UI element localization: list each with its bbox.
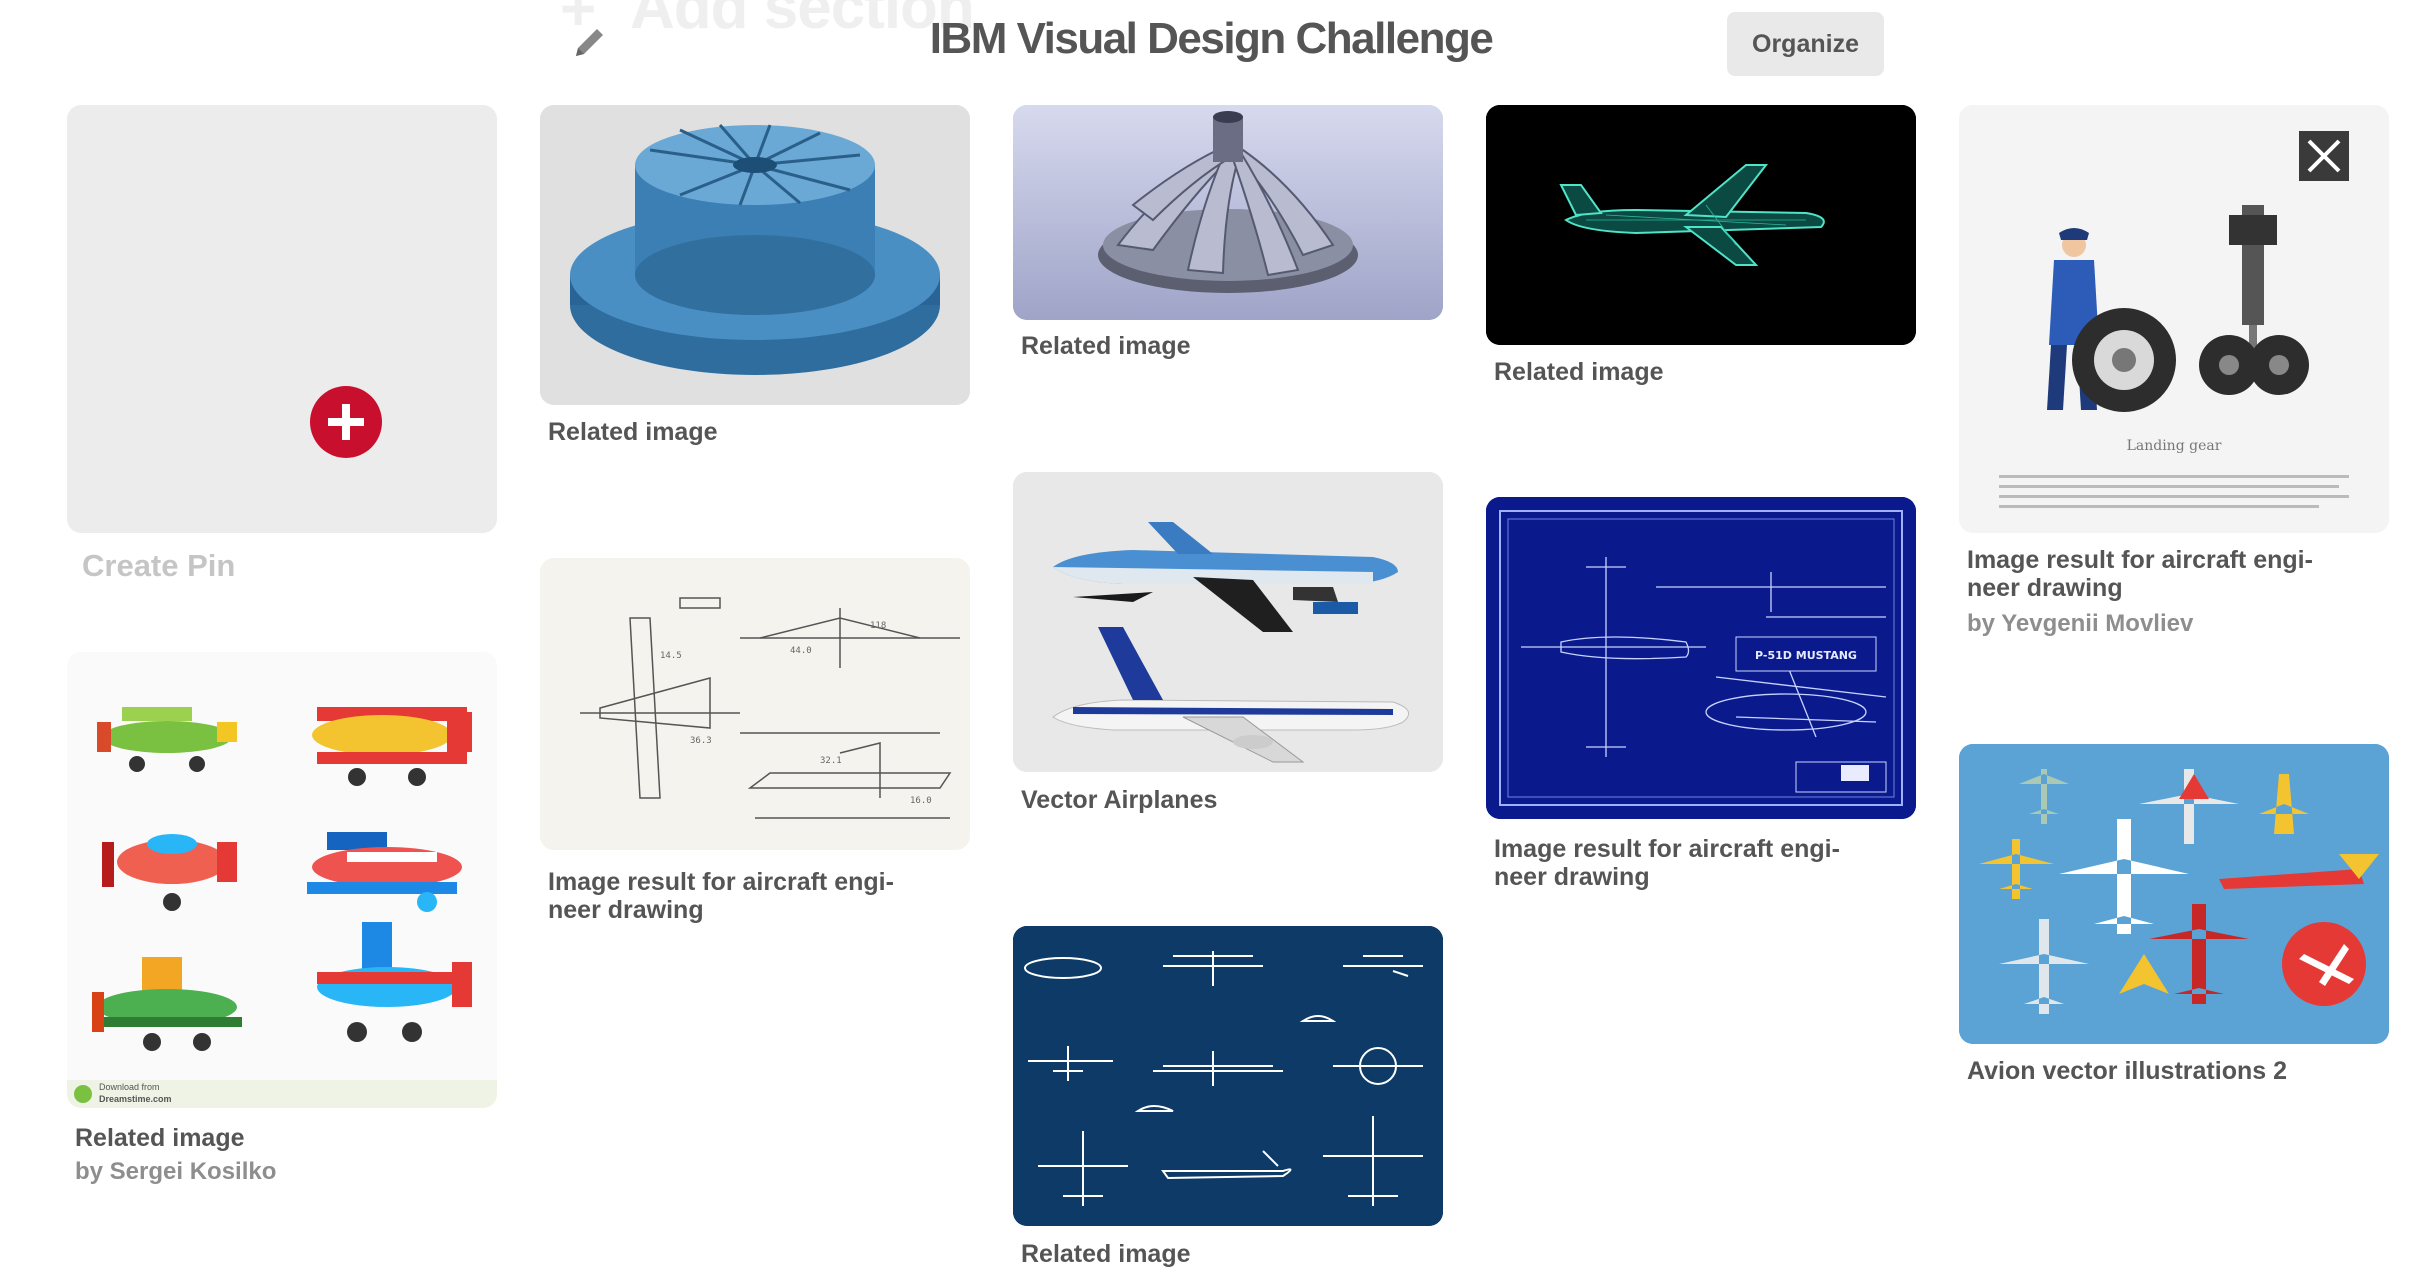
pin-caption[interactable]: Image result for aircraft engi-neer draw… xyxy=(548,868,968,924)
svg-text:118: 118 xyxy=(870,621,886,631)
board-title: IBM Visual Design Challenge xyxy=(929,14,1494,63)
pin-image-icons-blue[interactable] xyxy=(1013,926,1443,1226)
pin-image-vector-airplanes[interactable] xyxy=(1013,472,1443,772)
add-pin-plus-icon[interactable] xyxy=(310,386,382,458)
pin-image-p51-blueprint[interactable]: P-51D MUSTANG xyxy=(1486,497,1916,819)
pin-caption[interactable]: Related image xyxy=(1494,358,1914,386)
pin-caption[interactable]: Avion vector illustrations 2 xyxy=(1967,1057,2387,1085)
svg-text:Download from: Download from xyxy=(99,1082,160,1092)
pin-caption[interactable]: Image result for aircraft engi-neer draw… xyxy=(1967,546,2387,602)
pin-image-sketch-drawing[interactable]: 14.5 36.3 44.0 118 32.1 16.0 xyxy=(540,558,970,850)
pin-caption[interactable]: Related image xyxy=(548,418,968,446)
svg-text:16.0: 16.0 xyxy=(910,796,932,806)
pin-caption[interactable]: Related image xyxy=(1021,332,1441,360)
pin-image-landing-gear[interactable]: Landing gear xyxy=(1959,105,2389,533)
pin-image-fan-shroud[interactable] xyxy=(540,105,970,405)
pin-image-wireframe-jet[interactable] xyxy=(1486,105,1916,345)
svg-text:44.0: 44.0 xyxy=(790,646,812,656)
pin-caption[interactable]: Image result for aircraft engi-neer draw… xyxy=(1494,835,1914,891)
svg-text:Dreamstime.com: Dreamstime.com xyxy=(99,1094,172,1104)
svg-text:32.1: 32.1 xyxy=(820,756,842,766)
create-pin-tile[interactable] xyxy=(67,105,497,533)
pin-caption[interactable]: Related image xyxy=(1021,1240,1441,1268)
svg-text:14.5: 14.5 xyxy=(660,651,682,661)
create-pin-label[interactable]: Create Pin xyxy=(82,548,235,584)
pin-image-avion-vector[interactable] xyxy=(1959,744,2389,1044)
svg-text:P-51D MUSTANG: P-51D MUSTANG xyxy=(1755,649,1857,662)
pin-caption[interactable]: Vector Airplanes xyxy=(1021,786,1441,814)
organize-button[interactable]: Organize xyxy=(1727,12,1884,76)
pin-byline[interactable]: by Yevgenii Movliev xyxy=(1967,610,2193,638)
svg-text:36.3: 36.3 xyxy=(690,736,712,746)
pin-byline[interactable]: by Sergei Kosilko xyxy=(75,1158,276,1186)
pin-image-cartoon-planes[interactable]: Download from Dreamstime.com xyxy=(67,652,497,1108)
pin-image-turbine-impeller[interactable] xyxy=(1013,105,1443,320)
pin-caption[interactable]: Related image xyxy=(75,1124,495,1152)
svg-text:Landing gear: Landing gear xyxy=(2127,438,2222,454)
